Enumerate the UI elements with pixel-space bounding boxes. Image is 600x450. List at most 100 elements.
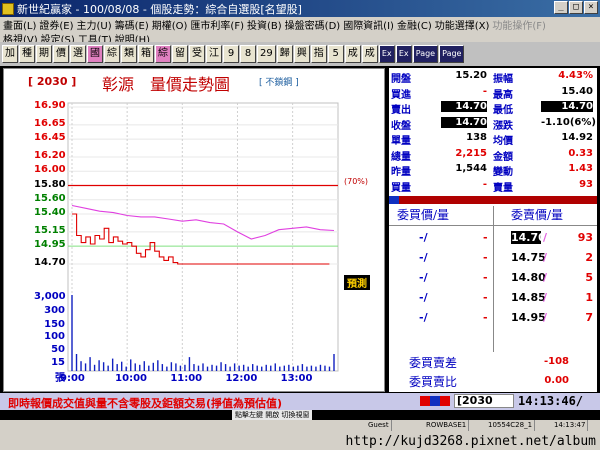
- quote-label-2: 最低: [493, 105, 513, 116]
- hint-bar: 點擊左鍵 開啟 切換視窗: [0, 410, 600, 420]
- toolbar-small-button-2[interactable]: Page: [412, 45, 439, 63]
- menu-item-1[interactable]: 證券(E): [39, 17, 73, 32]
- toolbar-button-13[interactable]: 9: [223, 45, 239, 63]
- volume-tick-label: 300: [44, 305, 65, 316]
- bid-price: -/: [419, 251, 428, 264]
- toolbar-button-5[interactable]: 國: [87, 45, 103, 63]
- status-bar: 即時報價成交值與量不含零股及鉅額交易(掙值為預估值) [2030 14:13:4…: [0, 393, 600, 410]
- orderbook-row: -/ - 14.70/ 93: [389, 231, 597, 251]
- quote-value-2: 93: [579, 178, 593, 190]
- bid-header: 委買價/量: [397, 208, 450, 222]
- hint-text: 點擊左鍵 開啟 切換視窗: [232, 410, 313, 420]
- price-tick-label: 15.60: [34, 192, 66, 204]
- toolbar-button-14[interactable]: 8: [240, 45, 256, 63]
- toolbar-button-7[interactable]: 類: [121, 45, 137, 63]
- predict-button[interactable]: 預測: [344, 275, 370, 290]
- menu-item-5[interactable]: 匯市利率(F): [190, 17, 244, 32]
- status-color-2: [440, 396, 450, 406]
- close-button[interactable]: ×: [584, 1, 598, 14]
- menu-item-3[interactable]: 籌碼(E): [115, 17, 149, 32]
- quote-label: 單量: [391, 136, 411, 147]
- volume-tick-label: 15: [51, 357, 65, 368]
- maximize-button[interactable]: □: [569, 1, 583, 14]
- quote-label-2: 振幅: [493, 74, 513, 85]
- quote-label: 開盤: [391, 74, 411, 85]
- bid-ask-ratio-value: 0.00: [544, 375, 569, 386]
- bid-price: -/: [419, 311, 428, 324]
- bid-ask-ratio-label: 委買賣比: [409, 375, 458, 389]
- toolbar-button-1[interactable]: 種: [19, 45, 35, 63]
- toolbar-button-2[interactable]: 期: [36, 45, 52, 63]
- toolbar-button-8[interactable]: 箱: [138, 45, 154, 63]
- toolbar-button-4[interactable]: 選: [70, 45, 86, 63]
- toolbar-small-button-3[interactable]: Page: [439, 45, 465, 63]
- ask-qty: 93: [577, 231, 593, 244]
- app-icon: [2, 2, 14, 15]
- toolbar-button-16[interactable]: 歸: [276, 45, 293, 63]
- bid-price: -/: [419, 271, 428, 284]
- quote-label-2: 均價: [493, 136, 513, 147]
- quote-value: 15.20: [455, 70, 487, 81]
- bid-ask-ratio-row: 委買賣比 0.00: [389, 373, 597, 391]
- toolbar-button-17[interactable]: 興: [293, 45, 310, 63]
- menu-item-10[interactable]: 功能選擇(X): [435, 17, 490, 32]
- toolbar: 加種期價選國綜類箱綜留受江 9 8 29 歸興指 5 成成 Ex Ex Page Page: [0, 42, 600, 66]
- toolbar-button-18[interactable]: 指: [310, 45, 327, 63]
- toolbar-button-15[interactable]: 29: [257, 45, 276, 63]
- price-tick-label: 16.45: [34, 132, 66, 144]
- volume-tick-label: 150: [44, 319, 65, 330]
- price-tick-label: 15.15: [34, 224, 66, 236]
- quote-label: 昨量: [391, 167, 411, 178]
- menu-item-7[interactable]: 操盤密碼(D): [285, 17, 341, 32]
- bid-qty: -: [483, 311, 488, 324]
- menu-item-9[interactable]: 金融(C): [397, 17, 432, 32]
- quote-value: 14.70: [441, 116, 487, 128]
- bid-qty: -: [483, 271, 488, 284]
- toolbar-button-11[interactable]: 受: [189, 45, 205, 63]
- toolbar-button-19[interactable]: 5: [327, 45, 344, 63]
- menu-item-4[interactable]: 期權(O): [152, 17, 188, 32]
- price-tick-label: 14.95: [34, 239, 66, 251]
- bid-ask-strength-bar: [389, 196, 597, 204]
- ask-separator: /: [543, 231, 548, 244]
- toolbar-button-12[interactable]: 江: [206, 45, 222, 63]
- toolbar-small-button-0[interactable]: Ex: [378, 45, 395, 63]
- status-color-indicator: [420, 396, 450, 406]
- bid-price: -/: [419, 231, 428, 244]
- ask-qty: 5: [585, 271, 593, 284]
- toolbar-button-10[interactable]: 留: [172, 45, 188, 63]
- ask-qty: 1: [585, 291, 593, 304]
- orderbook-row: -/ - 14.95/ 7: [389, 311, 597, 331]
- menu-item-8[interactable]: 國際資訊(I): [343, 17, 394, 32]
- quote-value: -: [482, 85, 487, 97]
- quote-value-2: 0.33: [568, 147, 593, 159]
- toolbar-small-button-1[interactable]: Ex: [395, 45, 412, 63]
- watermark-url: http://kujd3268.pixnet.net/album: [345, 434, 596, 449]
- quote-label: 收盤: [391, 120, 411, 132]
- toolbar-button-3[interactable]: 價: [53, 45, 69, 63]
- taskbar-server: ROWBASE1: [424, 420, 470, 431]
- menu-item-2[interactable]: 主力(U): [77, 17, 112, 32]
- toolbar-button-21[interactable]: 成: [361, 45, 378, 63]
- price-tick-label: 16.00: [34, 164, 66, 176]
- bid-qty: -: [483, 291, 488, 304]
- menu-item-6[interactable]: 投資(B): [247, 17, 282, 32]
- intraday-chart-panel: [ 2030 ] 彰源 量價走勢圖 [ 不鎖鋼 ] 16.90 16.65 16.4…: [3, 68, 385, 392]
- quote-value-2: 14.92: [561, 132, 593, 143]
- toolbar-button-6[interactable]: 綜: [104, 45, 120, 63]
- stock-code-input[interactable]: [2030: [454, 394, 514, 408]
- price-tick-label: 15.40: [34, 207, 66, 219]
- taskbar-session: 10554C28_1: [486, 420, 536, 431]
- orderbook-row: -/ - 14.85/ 1: [389, 291, 597, 311]
- toolbar-button-9[interactable]: 綜: [155, 45, 171, 63]
- quote-label-2: 金額: [493, 151, 513, 163]
- minimize-button[interactable]: _: [554, 1, 568, 14]
- time-tick-label: 12:00: [225, 373, 258, 384]
- menu-item-0[interactable]: 畫面(L): [3, 17, 36, 32]
- toolbar-button-20[interactable]: 成: [344, 45, 361, 63]
- ask-separator: /: [543, 291, 548, 304]
- reference-label: (70%): [344, 177, 369, 186]
- toolbar-button-0[interactable]: 加: [2, 45, 18, 63]
- quote-label: 買進: [391, 89, 411, 101]
- quote-label: 賣出: [391, 105, 411, 116]
